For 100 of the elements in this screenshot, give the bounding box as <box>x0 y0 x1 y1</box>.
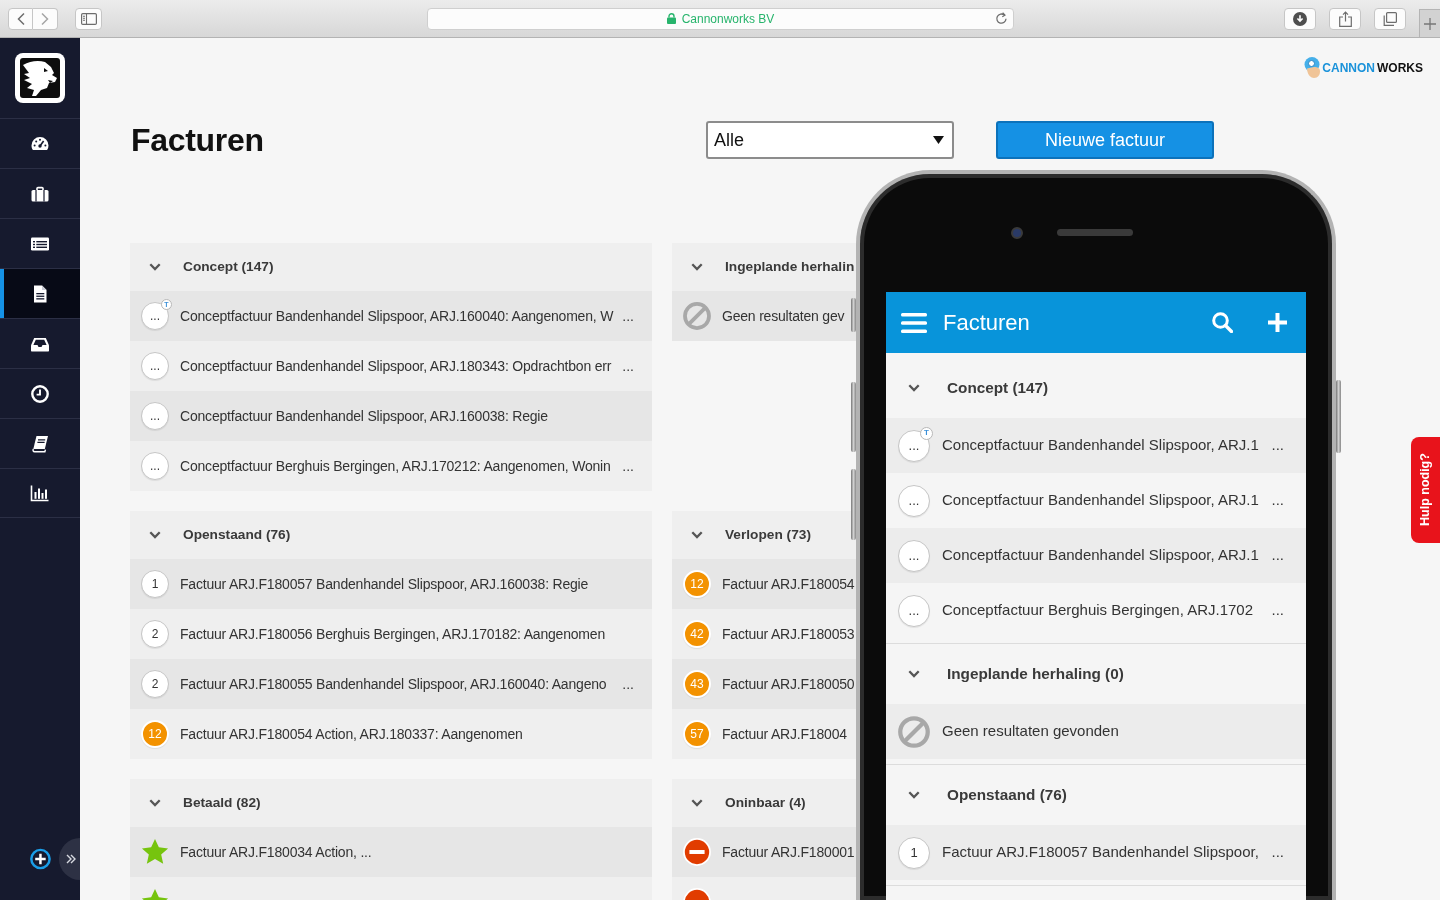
invoice-title: Factuur ARJ.F180056 Berghuis Bergingen, ARJ.170182: Aangenomen <box>180 624 605 644</box>
invoice-row[interactable]: 57 Factuur ARJ.F18004 <box>672 709 856 759</box>
invoice-row[interactable]: 1 Factuur ARJ.F180057 Bandenhandel Slipspoor, ARJ.160038: Regie <box>130 559 652 609</box>
invoice-title: Factuur ARJ.F180001 <box>722 842 855 862</box>
address-text: Cannonworks BV <box>681 10 775 28</box>
ellipsis-text: ... <box>1270 545 1284 566</box>
invoice-row[interactable]: ... Conceptfactuur Bandenhandel Slipspoor, ARJ.160038: Regie <box>130 391 652 441</box>
status-badge: ... <box>898 539 930 572</box>
status-badge: 43 <box>683 670 711 698</box>
invoice-title: Factuur ARJ.F180050 <box>722 674 855 694</box>
tag-badge: T <box>920 426 933 440</box>
status-badge: 1 <box>898 836 930 869</box>
invoice-row[interactable]: 12 Factuur ARJ.F180054 <box>672 559 856 609</box>
help-tab[interactable]: Hulp nodig? <box>1411 437 1440 543</box>
expand-button[interactable] <box>58 838 80 880</box>
invoice-row[interactable]: 2 Factuur ARJ.F180055 Bandenhandel Slipspoor, ARJ.160040: Aangeno ... <box>130 659 652 709</box>
sidebar-nav-item[interactable] <box>0 268 80 318</box>
invoice-row[interactable]: Geen resultaten gev <box>672 291 856 341</box>
group-header[interactable]: Concept (147) <box>130 243 652 291</box>
ellipsis-text: ... <box>621 356 634 376</box>
status-badge: 12 <box>141 720 169 748</box>
mascot-icon <box>1304 57 1321 78</box>
share-button[interactable] <box>1329 7 1361 30</box>
ellipsis-text: ... <box>1270 435 1284 456</box>
ellipsis-text: ... <box>1270 842 1284 863</box>
status-badge: 2 <box>141 670 169 698</box>
menu-icon[interactable] <box>901 312 927 333</box>
invoice-title: Conceptfactuur Bandenhandel Slipspoor, ARJ.160038: Regie <box>180 406 548 426</box>
invoice-title: Factuur ARJ.F180034 Action, ... <box>180 842 372 862</box>
status-badge: ... <box>141 352 169 380</box>
invoice-row[interactable]: 42 Factuur ARJ.F180053 <box>672 609 856 659</box>
filter-select[interactable]: Alle <box>706 121 954 159</box>
group-header[interactable]: Verlopen (73) <box>672 511 856 559</box>
status-badge: 12 <box>683 570 711 598</box>
tabs-icon <box>1383 11 1397 26</box>
group-header[interactable]: Betaald (82) <box>130 779 652 827</box>
invoice-row[interactable]: ... Conceptfactuur Bandenhandel Slipspoor, ARJ.1 ... <box>886 528 1306 583</box>
invoice-row[interactable]: 1 Factuur ARJ.F180057 Bandenhandel Slipspoor, ... <box>886 825 1306 880</box>
sidebar-nav-item[interactable] <box>0 468 80 518</box>
caret-icon <box>933 136 944 144</box>
ellipsis-text: ... <box>1270 600 1284 621</box>
plus-icon[interactable] <box>1268 313 1287 332</box>
camera-icon <box>1011 227 1023 239</box>
sidebar-icon <box>80 12 97 25</box>
app-title: Facturen <box>943 309 1031 337</box>
reload-icon[interactable] <box>995 12 1008 25</box>
bar-chart-icon <box>30 483 50 503</box>
invoice-row[interactable]: 12 Factuur ARJ.F180054 Action, ARJ.180337: Aangenomen <box>130 709 652 759</box>
invoice-row[interactable]: 43 Factuur ARJ.F180050 <box>672 659 856 709</box>
download-icon <box>1293 11 1307 26</box>
plus-icon <box>1424 17 1436 30</box>
ellipsis-text: ... <box>621 306 634 326</box>
logo-wordmark: CANNON WORKS <box>1322 61 1423 74</box>
invoice-row[interactable]: ... T Conceptfactuur Bandenhandel Slipspoor, ARJ.1 ... <box>886 418 1306 473</box>
invoice-row[interactable]: Factuur ARJ.F180034 Action, ... <box>130 827 652 877</box>
status-badge: ... <box>898 594 930 627</box>
invoice-row[interactable]: 2 Factuur ARJ.F180056 Berghuis Bergingen, ARJ.170182: Aangenomen <box>130 609 652 659</box>
phone-side-ridge <box>851 298 856 332</box>
invoice-title: Factuur ARJ.F180057 Bandenhandel Slipspoor, <box>942 842 1259 863</box>
invoice-title: Factuur ARJ.F180055 Bandenhandel Slipspoor, ARJ.160040: Aangeno <box>180 674 607 694</box>
group-header[interactable]: Ingeplande herhaling (0) <box>886 644 1306 704</box>
group-header[interactable]: Concept (147) <box>886 358 1306 418</box>
book-icon <box>30 433 50 454</box>
invoice-row[interactable]: Geen resultaten gevonden <box>886 704 1306 759</box>
downloads-button[interactable] <box>1284 7 1316 30</box>
invoice-title: Conceptfactuur Bandenhandel Slipspoor, ARJ.1 <box>942 435 1259 456</box>
invoice-title: Conceptfactuur Berghuis Bergingen, ARJ.1702 <box>942 600 1254 621</box>
invoice-title: Conceptfactuur Bandenhandel Slipspoor, ARJ.1 <box>942 545 1259 566</box>
prohibited-icon <box>683 302 711 330</box>
invoice-title: Geen resultaten gev <box>722 306 845 326</box>
phone-side-ridge <box>851 469 856 540</box>
status-badge: 1 <box>141 570 169 598</box>
status-badge: ... <box>898 484 930 517</box>
invoice-row[interactable]: ... Conceptfactuur Bandenhandel Slipspoor, ARJ.180343: Opdrachtbon err ... <box>130 341 652 391</box>
group-header[interactable]: Ingeplande herhalin <box>672 243 856 291</box>
invoice-title: Factuur ARJ.F180054 <box>722 574 855 594</box>
phone-side-ridge <box>851 382 856 452</box>
invoice-title: Conceptfactuur Bandenhandel Slipspoor, ARJ.160040: Aangenomen, W <box>180 306 614 326</box>
logo-icon[interactable] <box>15 53 65 103</box>
double-chevron-icon <box>66 854 77 864</box>
sidebar-toggle-button[interactable] <box>75 7 102 30</box>
group-header[interactable]: Openstaand (76) <box>886 765 1306 825</box>
search-icon[interactable] <box>1212 312 1233 333</box>
invoice-row[interactable]: ... Conceptfactuur Berghuis Bergingen, ARJ.170212: Aangenomen, Wonin ... <box>130 441 652 491</box>
page-title: Facturen <box>131 124 265 156</box>
ellipsis-text: ... <box>1270 490 1284 511</box>
add-icon[interactable] <box>30 848 51 870</box>
back-button[interactable] <box>8 7 33 30</box>
invoice-title: Factuur ARJ.F180053 <box>722 624 855 644</box>
ellipsis-text: ... <box>621 456 634 476</box>
status-badge: 42 <box>683 620 711 648</box>
share-icon <box>1338 10 1352 27</box>
tabs-button[interactable] <box>1374 7 1406 30</box>
star-icon <box>141 838 169 866</box>
group-header[interactable]: Oninbaar (4) <box>672 779 856 827</box>
invoice-row[interactable]: Factuur ARJ.F180001 <box>672 827 856 877</box>
group-header[interactable]: Openstaand (76) <box>130 511 652 559</box>
invoice-title: Geen resultaten gevonden <box>942 721 1119 742</box>
invoice-title: Conceptfactuur Berghuis Bergingen, ARJ.170212: Aangenomen, Wonin <box>180 456 611 476</box>
ellipsis-text: ... <box>621 674 634 694</box>
